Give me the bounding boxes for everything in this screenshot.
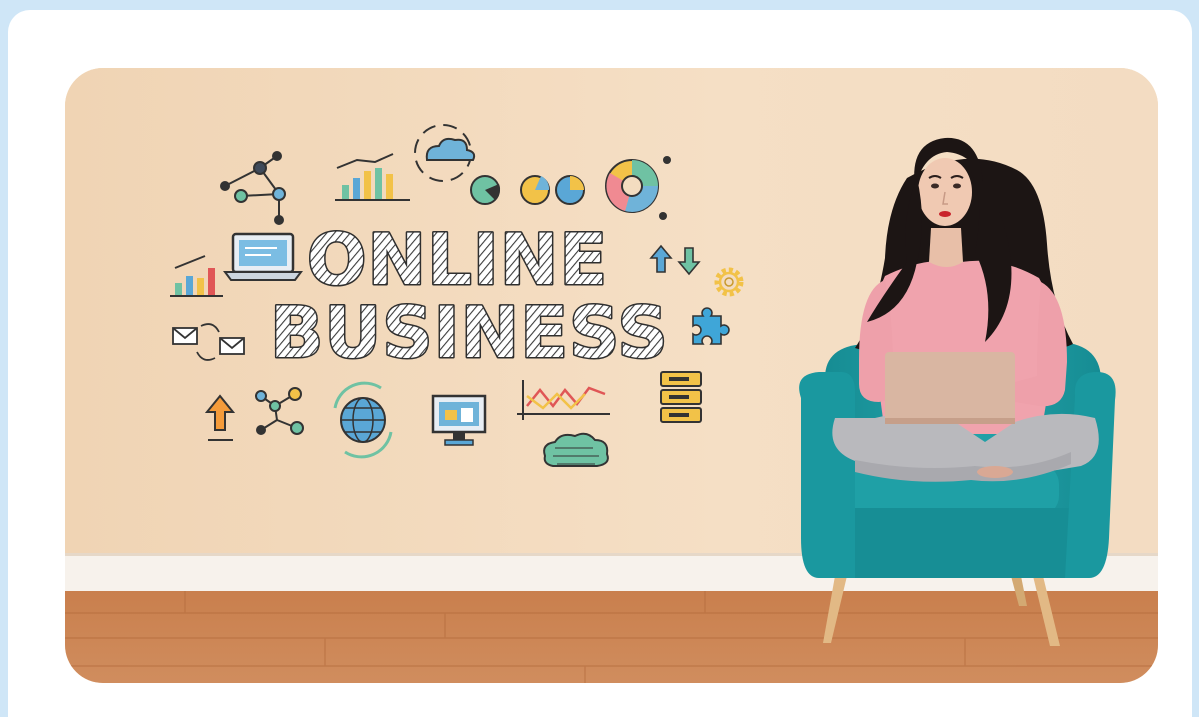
server-icon bbox=[660, 371, 702, 423]
image-card: ONLINE BUSINESS bbox=[8, 10, 1192, 717]
wall-text-online: ONLINE bbox=[307, 219, 608, 301]
wooden-floor bbox=[65, 591, 1158, 683]
laptop bbox=[885, 352, 1015, 422]
online-business-photo: ONLINE BUSINESS bbox=[65, 68, 1158, 683]
wall-text-business: BUSINESS bbox=[270, 292, 669, 374]
laptop-icon bbox=[223, 232, 303, 281]
